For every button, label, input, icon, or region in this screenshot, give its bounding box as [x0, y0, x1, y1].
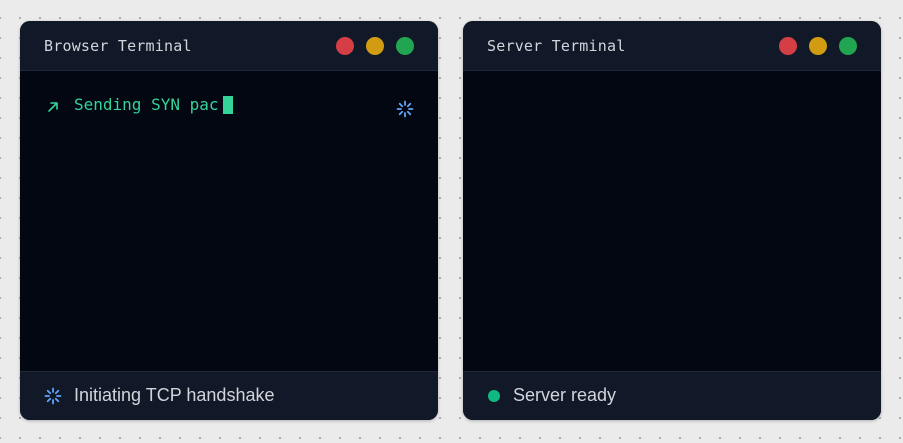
terminal-header: Browser Terminal	[20, 21, 438, 71]
status-dot-icon	[488, 389, 500, 402]
terminal-output: Sending SYN pac	[20, 71, 438, 371]
status-text: Initiating TCP handshake	[74, 385, 275, 405]
status: Server ready	[487, 385, 616, 406]
status: Initiating TCP handshake	[44, 385, 274, 406]
status-text: Server ready	[513, 385, 617, 405]
terminal-status-bar: Initiating TCP handshake	[20, 371, 438, 420]
output-text: Sending SYN pac	[74, 95, 219, 114]
terminal-title: Server Terminal	[487, 37, 626, 55]
text-cursor	[222, 95, 233, 114]
maximize-dot-icon[interactable]	[839, 37, 857, 55]
spinner-icon	[44, 387, 62, 404]
window-controls	[779, 37, 857, 55]
close-dot-icon[interactable]	[336, 37, 354, 55]
close-dot-icon[interactable]	[779, 37, 797, 55]
terminal-output	[463, 71, 881, 371]
minimize-dot-icon[interactable]	[366, 37, 384, 55]
minimize-dot-icon[interactable]	[809, 37, 827, 55]
browser-terminal-window: Browser Terminal Sending SYN pac Initiat…	[20, 21, 438, 420]
window-controls	[336, 37, 414, 55]
spinner-icon	[396, 100, 414, 118]
terminal-title: Browser Terminal	[44, 37, 192, 55]
output-line: Sending SYN pac	[46, 95, 233, 114]
terminal-header: Server Terminal	[463, 21, 881, 71]
server-terminal-window: Server Terminal Server ready	[463, 21, 881, 420]
terminal-status-bar: Server ready	[463, 371, 881, 420]
maximize-dot-icon[interactable]	[396, 37, 414, 55]
arrow-up-right-icon	[48, 101, 58, 112]
